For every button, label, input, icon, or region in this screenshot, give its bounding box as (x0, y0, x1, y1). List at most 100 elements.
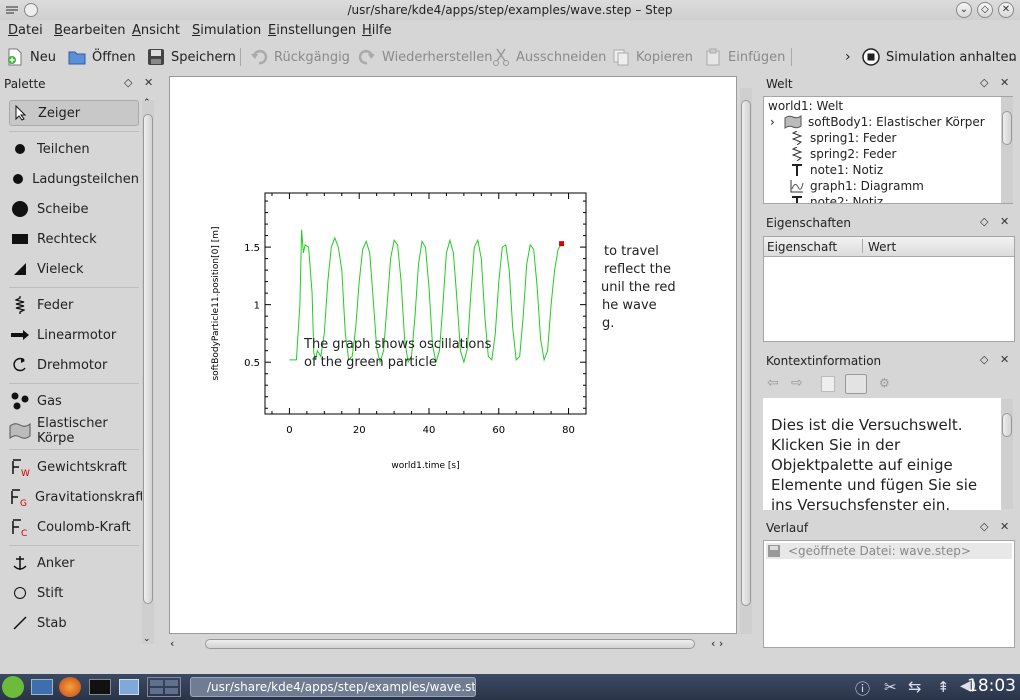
palette-item-pointer[interactable]: Zeiger (9, 100, 139, 126)
back-arrow-icon[interactable]: ⇦ (767, 375, 779, 391)
pager-desktop[interactable] (165, 688, 178, 694)
palette-item-linear-motor[interactable]: Linearmotor (9, 322, 139, 348)
palette-item-charged-particle[interactable]: Ladungsteilchen (9, 166, 139, 192)
palette-scrollbar-thumb[interactable] (143, 114, 153, 604)
palette-item-soft-body[interactable]: Elastischer Körpe (9, 416, 149, 446)
kickoff-menu-icon[interactable] (2, 676, 24, 698)
welt-tree[interactable]: world1: Welt › softBody1: Elastischer Kö… (763, 96, 1013, 204)
palette-item-pin[interactable]: Stift (9, 580, 139, 606)
palette-item-particle[interactable]: Teilchen (9, 136, 139, 162)
tree-item-world[interactable]: world1: Welt (768, 99, 843, 113)
klipper-scissors-icon[interactable]: ✂ (884, 678, 897, 696)
float-panel-icon[interactable]: ◇ (980, 353, 988, 366)
tree-item-note2[interactable]: note2: Notiz (790, 195, 883, 203)
toolbar-overflow-button[interactable]: › (845, 46, 851, 68)
palette-item-rotation-motor[interactable]: Drehmotor (9, 352, 139, 378)
menu-hilfe[interactable]: Hilfe (362, 23, 392, 38)
palette-item-stick[interactable]: Stab (9, 610, 139, 636)
close-panel-icon[interactable]: ✕ (1000, 520, 1009, 533)
palette-item-gravitation-force[interactable]: G Gravitationskraft (9, 484, 145, 510)
canvas-vertical-scrollbar[interactable] (740, 88, 752, 634)
close-panel-icon[interactable]: ✕ (1000, 76, 1009, 89)
page-icon[interactable] (821, 376, 835, 392)
pager-desktop[interactable] (150, 688, 163, 694)
float-panel-icon[interactable]: ◇ (124, 76, 132, 89)
maximize-button[interactable]: ◇ (977, 2, 993, 18)
palette-item-rectangle[interactable]: Rechteck (9, 226, 139, 252)
y-axis-label: softBodyParticle11.position[0] [m] (211, 226, 221, 380)
paste-button[interactable]: Einfügen (704, 46, 785, 68)
welt-scrollbar[interactable] (1001, 97, 1013, 203)
usb-icon[interactable]: ⇞ (937, 678, 950, 696)
undo-button[interactable]: Rückgängig (250, 46, 350, 68)
toolbar-menu-chevron[interactable]: ⌄ (1008, 46, 1017, 68)
welt-scrollbar-thumb[interactable] (1002, 111, 1012, 145)
scroll-left-icon[interactable]: ‹ (170, 637, 174, 650)
firefox-icon[interactable] (59, 677, 81, 697)
edit-page-icon[interactable] (845, 374, 867, 394)
column-header-property[interactable]: Eigenschaft (767, 240, 837, 254)
pager-desktop[interactable] (165, 680, 178, 686)
palette-item-weight-force[interactable]: W Gewichtskraft (9, 454, 139, 480)
info-icon[interactable]: ⓘ (855, 678, 870, 699)
history-list[interactable]: <geöffnete Datei: wave.step> (763, 540, 1015, 648)
close-window-button[interactable]: ✕ (998, 2, 1014, 18)
palette-item-coulomb-force[interactable]: C Coulomb-Kraft (9, 514, 139, 540)
network-icon[interactable]: ⇆ (908, 677, 921, 696)
tree-item-note1[interactable]: note1: Notiz (790, 163, 883, 177)
tree-item-softbody[interactable]: › softBody1: Elastischer Körper (770, 115, 985, 129)
menu-datei[interactable]: Datei (8, 23, 43, 38)
float-panel-icon[interactable]: ◇ (980, 76, 988, 89)
canvas-hscroll-thumb[interactable] (205, 639, 695, 649)
pager[interactable] (147, 677, 181, 697)
canvas-horizontal-scrollbar[interactable]: ‹ ‹ › (169, 636, 737, 652)
close-panel-icon[interactable]: ✕ (144, 76, 153, 89)
canvas-vscroll-thumb[interactable] (741, 100, 751, 606)
open-button[interactable]: Öffnen (68, 46, 136, 68)
expand-arrow-icon[interactable]: › (770, 115, 784, 129)
sync-icon[interactable]: ⚙ (879, 376, 890, 390)
history-item[interactable]: <geöffnete Datei: wave.step> (766, 543, 1012, 559)
world-canvas[interactable]: 0 20 40 60 80 0.5 1 1.5 world1.time [s] softBodyP… (169, 76, 737, 634)
redo-button[interactable]: Wiederherstellen (358, 46, 492, 68)
tree-item-spring2[interactable]: spring2: Feder (790, 147, 896, 161)
scroll-down-icon[interactable]: ⌄ (143, 634, 151, 644)
new-button[interactable]: Neu (6, 46, 56, 68)
menu-einstellungen[interactable]: Einstellungen (268, 23, 356, 38)
copy-button[interactable]: Kopieren (612, 46, 693, 68)
palette-item-gas[interactable]: Gas (9, 388, 139, 414)
palette-item-spring[interactable]: Feder (9, 292, 139, 318)
context-scrollbar-thumb[interactable] (1002, 413, 1012, 437)
save-button[interactable]: Speichern (147, 46, 236, 68)
note2-text[interactable]: to travel reflect the unil the red he wa… (601, 243, 676, 333)
float-panel-icon[interactable]: ◇ (980, 215, 988, 228)
pager-desktop[interactable] (150, 680, 163, 686)
scroll-right-icon[interactable]: ‹ › (711, 637, 723, 650)
clock[interactable]: 18:03 (967, 676, 1016, 696)
note1-text[interactable]: The graph shows oscillations of the gree… (304, 336, 491, 372)
palette-item-anchor[interactable]: Anker (9, 550, 139, 576)
tree-item-graph1[interactable]: graph1: Diagramm (790, 179, 924, 193)
close-panel-icon[interactable]: ✕ (1000, 215, 1009, 228)
float-panel-icon[interactable]: ◇ (980, 520, 988, 533)
scroll-up-icon[interactable]: ⌃ (143, 98, 151, 108)
tree-item-spring1[interactable]: spring1: Feder (790, 131, 896, 145)
minimize-button[interactable]: ⌄ (956, 2, 972, 18)
close-panel-icon[interactable]: ✕ (1000, 353, 1009, 366)
palette-scrollbar[interactable]: ⌃ ⌄ (142, 98, 154, 644)
palette-item-polygon[interactable]: Vieleck (9, 256, 139, 282)
column-header-value[interactable]: Wert (868, 240, 896, 254)
palette-item-disk[interactable]: Scheibe (9, 196, 139, 222)
taskbar-task-step[interactable]: /usr/share/kde4/apps/step/examples/wave.… (190, 677, 476, 697)
terminal-icon[interactable] (89, 679, 111, 695)
file-manager-icon[interactable] (119, 679, 139, 695)
cut-button[interactable]: Ausschneiden (492, 46, 606, 68)
stop-simulation-button[interactable]: Simulation anhalten (862, 46, 1017, 68)
context-scrollbar[interactable] (1001, 399, 1013, 509)
desktop-icon[interactable] (31, 679, 53, 695)
menu-simulation[interactable]: Simulation (192, 23, 261, 38)
forward-arrow-icon[interactable]: ⇨ (791, 375, 803, 391)
menu-bearbeiten[interactable]: Bearbeiten (54, 23, 125, 38)
properties-table[interactable]: Eigenschaft Wert (763, 236, 1015, 342)
menu-ansicht[interactable]: Ansicht (132, 23, 180, 38)
